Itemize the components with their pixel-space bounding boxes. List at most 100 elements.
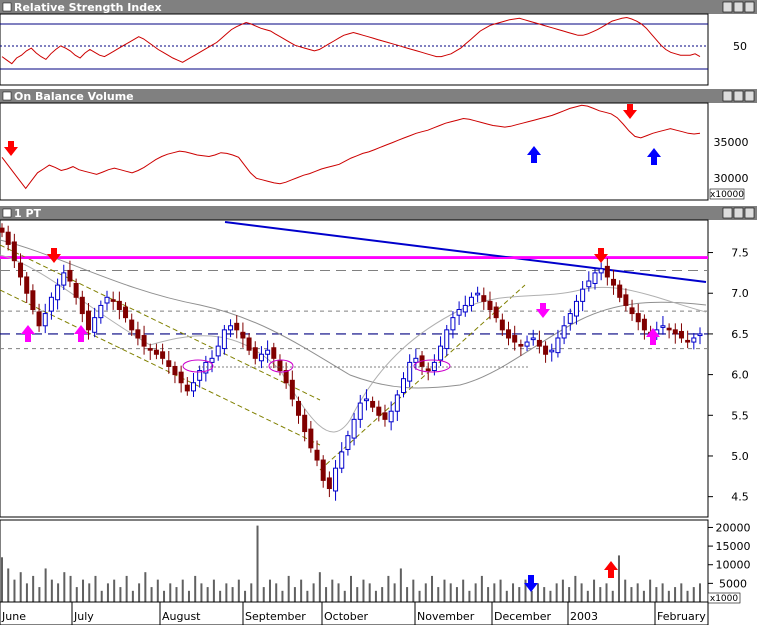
volume-bar [530, 590, 533, 602]
candle-body [166, 360, 172, 367]
volume-bar [7, 568, 10, 602]
maximize-icon[interactable] [733, 1, 744, 13]
volume-bar [144, 572, 147, 602]
volume-bar [300, 579, 303, 602]
candle-body [376, 406, 382, 416]
panel-icon [2, 91, 12, 101]
maximize-icon[interactable] [733, 90, 744, 102]
volume-bar [275, 583, 278, 602]
price-tick-label: 6.5 [731, 328, 749, 341]
volume-bar [293, 587, 296, 602]
candle-body [48, 296, 54, 312]
volume-bar [106, 583, 109, 602]
candle-body [629, 307, 635, 315]
candle-body [697, 333, 703, 337]
volume-bar [225, 583, 228, 602]
volume-bar [350, 575, 352, 602]
volume-tick-label: 15000 [716, 540, 751, 553]
month-label: June [1, 610, 26, 623]
volume-bar [169, 583, 172, 602]
candle-body [79, 296, 85, 315]
volume-bar [75, 587, 78, 602]
volume-bar [512, 583, 515, 602]
minimize-icon[interactable] [722, 207, 733, 219]
candle-body [561, 325, 567, 339]
candle-body [289, 379, 295, 400]
close-icon[interactable] [744, 90, 755, 102]
candle-body [660, 325, 666, 328]
candle-body [141, 335, 147, 347]
volume-bar [181, 579, 184, 602]
volume-bar [13, 579, 16, 602]
volume-bar [468, 590, 471, 602]
candle-body [623, 294, 629, 306]
candle-body [586, 280, 592, 288]
candle-body [530, 337, 536, 341]
technical-chart-window: Relative Strength Index 50 On Balance Vo… [0, 0, 757, 625]
candle-body [407, 361, 413, 382]
volume-bar [387, 575, 390, 602]
candle-body [382, 412, 388, 420]
candle-body [468, 296, 474, 306]
candle-body [85, 310, 91, 331]
volume-bar [256, 525, 259, 602]
candle-body [240, 331, 246, 339]
volume-bar [1, 557, 3, 602]
volume-bar [69, 575, 72, 602]
candle-body [431, 361, 437, 372]
obv-tick-label: 35000 [714, 136, 749, 149]
volume-bar [250, 583, 253, 602]
volume-bar [586, 590, 589, 602]
minimize-icon[interactable] [722, 90, 733, 102]
candle-body [506, 329, 512, 339]
volume-bar [163, 590, 166, 602]
candle-body [221, 329, 227, 350]
volume-bar [524, 579, 527, 602]
volume-bar [474, 583, 477, 602]
maximize-icon[interactable] [733, 207, 744, 219]
volume-bar [19, 572, 22, 602]
price-tick-label: 4.5 [731, 491, 749, 504]
volume-bar [661, 583, 664, 602]
candle-body [320, 459, 326, 481]
month-label: September [245, 610, 306, 623]
candle-body [456, 309, 462, 316]
volume-bar [680, 583, 683, 602]
candle-body [228, 325, 234, 331]
volume-bar [381, 587, 384, 602]
candle-body [351, 418, 357, 439]
volume-bar [268, 579, 271, 602]
volume-bar [692, 587, 695, 602]
minimize-icon[interactable] [722, 1, 733, 13]
price-tick-label: 6.0 [731, 369, 749, 382]
volume-bar [406, 587, 409, 602]
volume-bar [549, 590, 552, 602]
close-icon[interactable] [744, 1, 755, 13]
volume-bar [418, 590, 421, 602]
candle-body [5, 231, 11, 245]
volume-bar [331, 579, 334, 602]
candle-body [536, 339, 542, 347]
candle-body [339, 451, 345, 469]
volume-bar [412, 579, 415, 602]
candle-body [302, 414, 308, 433]
volume-bar [543, 587, 546, 602]
volume-bar [667, 590, 670, 602]
volume-bar [505, 590, 508, 602]
candle-body [518, 343, 524, 347]
volume-bar [617, 555, 620, 602]
volume-bar [318, 572, 321, 602]
candle-body [160, 351, 166, 359]
candle-body [481, 295, 487, 302]
close-icon[interactable] [744, 207, 755, 219]
volume-bar [561, 579, 564, 602]
candle-body [61, 272, 67, 286]
candle-body [215, 345, 221, 357]
volume-bar [200, 583, 203, 602]
volume-bar [368, 583, 371, 602]
rsi-window-buttons [722, 1, 755, 13]
volume-bar [306, 590, 309, 602]
candle-body [184, 384, 190, 392]
candle-body [345, 435, 351, 450]
candle-body [598, 268, 604, 274]
